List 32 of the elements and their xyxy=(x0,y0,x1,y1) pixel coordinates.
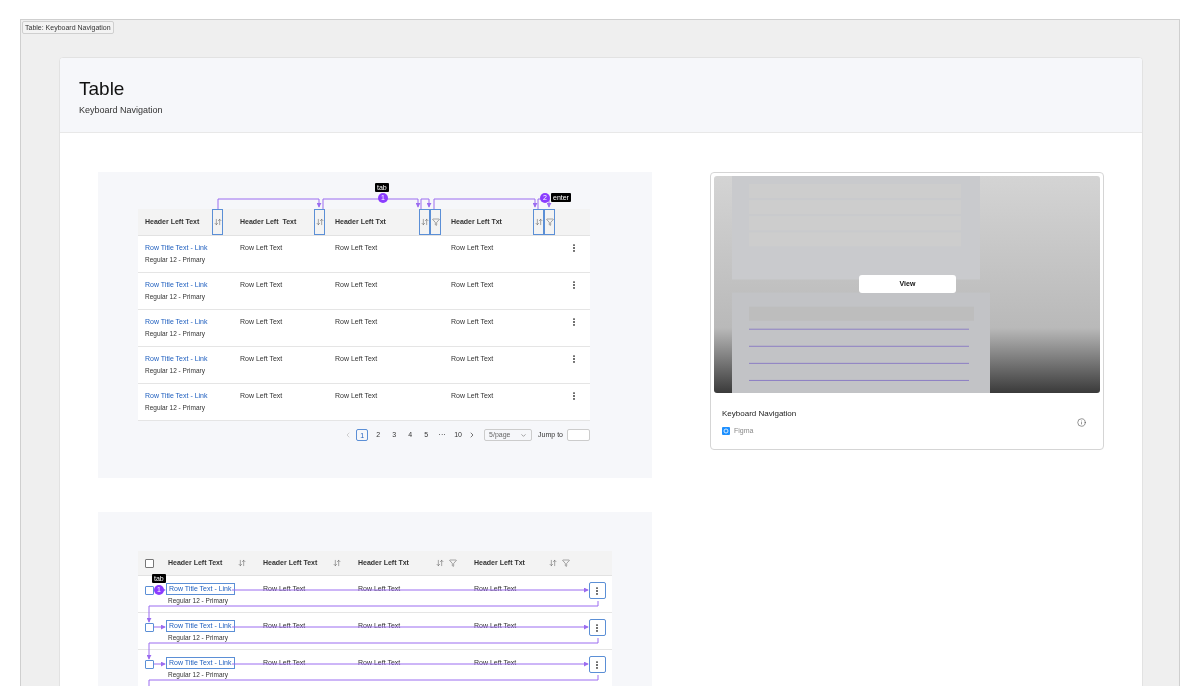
checkbox[interactable] xyxy=(145,586,154,595)
sort-button[interactable] xyxy=(533,209,544,235)
filter-icon xyxy=(431,218,440,226)
page-subtitle: Keyboard Navigation xyxy=(79,104,164,117)
figma-icon xyxy=(722,427,730,436)
filter-button[interactable] xyxy=(430,209,441,235)
more-button[interactable] xyxy=(588,619,606,636)
sort-button[interactable] xyxy=(212,209,223,235)
jump-to-field[interactable] xyxy=(567,429,590,441)
info-icon[interactable] xyxy=(1077,417,1086,427)
sort-button[interactable] xyxy=(314,209,325,235)
sort-icon xyxy=(420,218,429,226)
sort-icon[interactable] xyxy=(549,559,557,567)
sort-icon xyxy=(213,218,222,226)
filter-icon[interactable] xyxy=(449,559,457,567)
sort-icon xyxy=(315,218,324,226)
sort-icon[interactable] xyxy=(238,559,246,567)
filter-icon[interactable] xyxy=(562,559,570,567)
sort-icon[interactable] xyxy=(333,559,341,567)
chevron-down-icon xyxy=(520,431,528,439)
filter-icon xyxy=(545,218,554,226)
sort-icon xyxy=(534,218,543,226)
more-button[interactable] xyxy=(588,582,606,599)
sort-icon[interactable] xyxy=(436,559,444,567)
sort-button[interactable] xyxy=(419,209,430,235)
page-title: Table xyxy=(79,78,126,100)
checkbox[interactable] xyxy=(145,660,154,669)
checkbox[interactable] xyxy=(145,558,154,568)
more-button[interactable] xyxy=(588,656,606,673)
preview-title: Keyboard Navigation xyxy=(722,408,797,420)
filter-button[interactable] xyxy=(544,209,555,235)
checkbox[interactable] xyxy=(145,623,154,632)
